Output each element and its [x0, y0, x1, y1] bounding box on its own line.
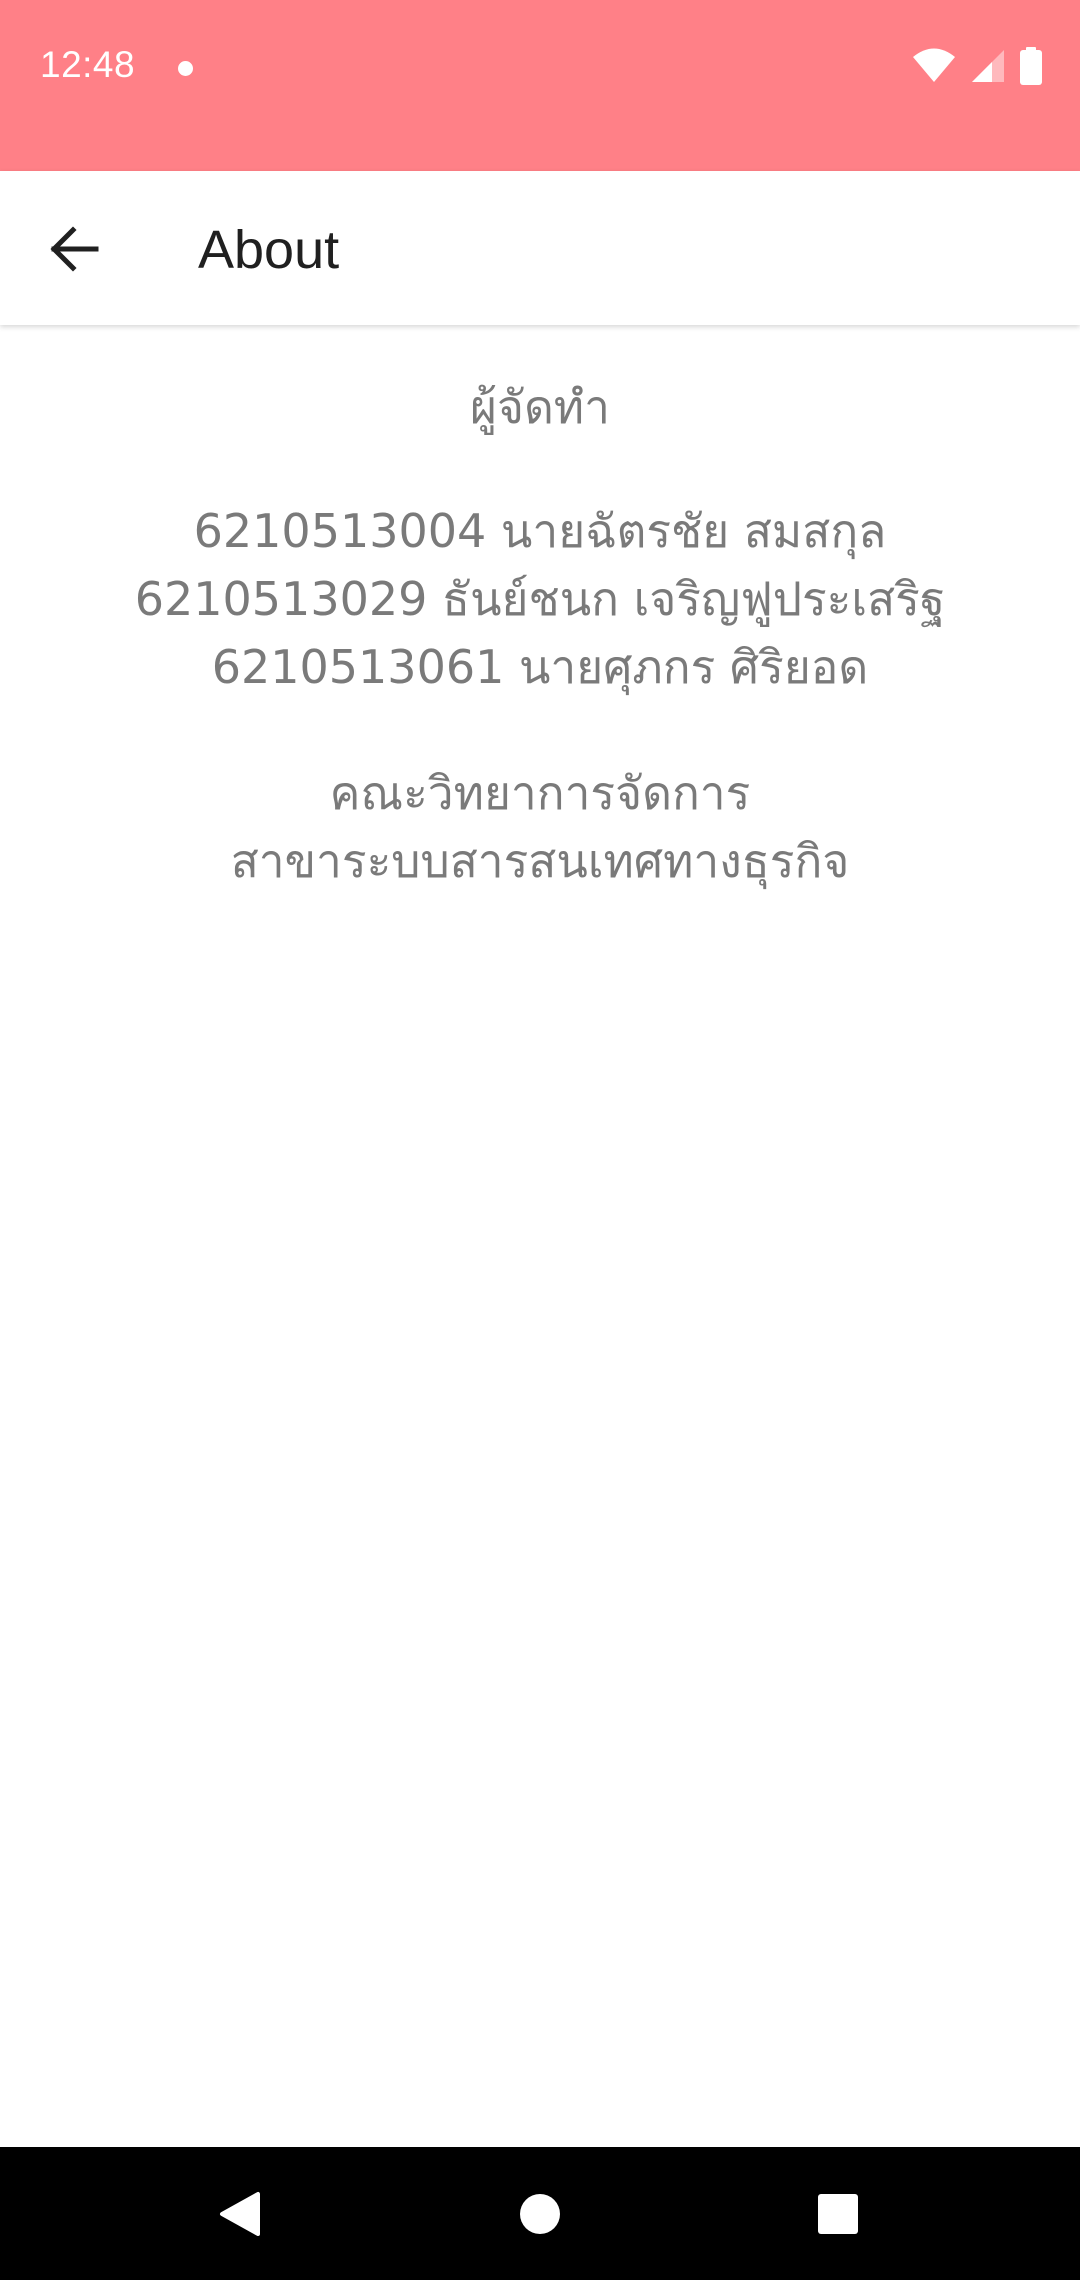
- members-list: 6210513004 นายฉัตรชัย สมสกุล 6210513029 …: [0, 497, 1080, 701]
- major-text: สาขาระบบสารสนเทศทางธุรกิจ: [230, 834, 850, 888]
- member-line: 6210513029 ธันย์ชนก เจริญฟูประเสริฐ: [134, 572, 946, 626]
- nav-home-button[interactable]: [470, 2147, 610, 2280]
- nav-recents-button[interactable]: [768, 2147, 908, 2280]
- nav-back-button[interactable]: [170, 2147, 310, 2280]
- heading-authors: ผู้จัดทำ: [470, 380, 610, 434]
- navigation-bar: [0, 2147, 1080, 2280]
- department-info: คณะวิทยาการจัดการ สาขาระบบสารสนเทศทางธุร…: [0, 759, 1080, 895]
- status-bar: 12:48: [0, 0, 1080, 171]
- faculty-text: คณะวิทยาการจัดการ: [329, 766, 751, 820]
- back-triangle-icon: [220, 2191, 260, 2236]
- notification-dot-icon: [178, 61, 193, 76]
- member-line: 6210513061 นายศุภกร ศิริยอด: [211, 640, 869, 694]
- recents-square-icon: [818, 2193, 858, 2234]
- page-title: About: [198, 220, 340, 280]
- wifi-icon: [913, 48, 955, 82]
- battery-icon: [1020, 47, 1042, 85]
- member-line: 6210513004 นายฉัตรชัย สมสกุล: [193, 504, 887, 558]
- signal-icon: [972, 50, 1004, 82]
- back-button[interactable]: [30, 204, 120, 294]
- app-bar: About: [0, 171, 1080, 325]
- home-circle-icon: [520, 2193, 560, 2234]
- status-time: 12:48: [40, 44, 136, 85]
- status-icons: [912, 44, 1042, 88]
- arrow-back-icon: [50, 226, 99, 272]
